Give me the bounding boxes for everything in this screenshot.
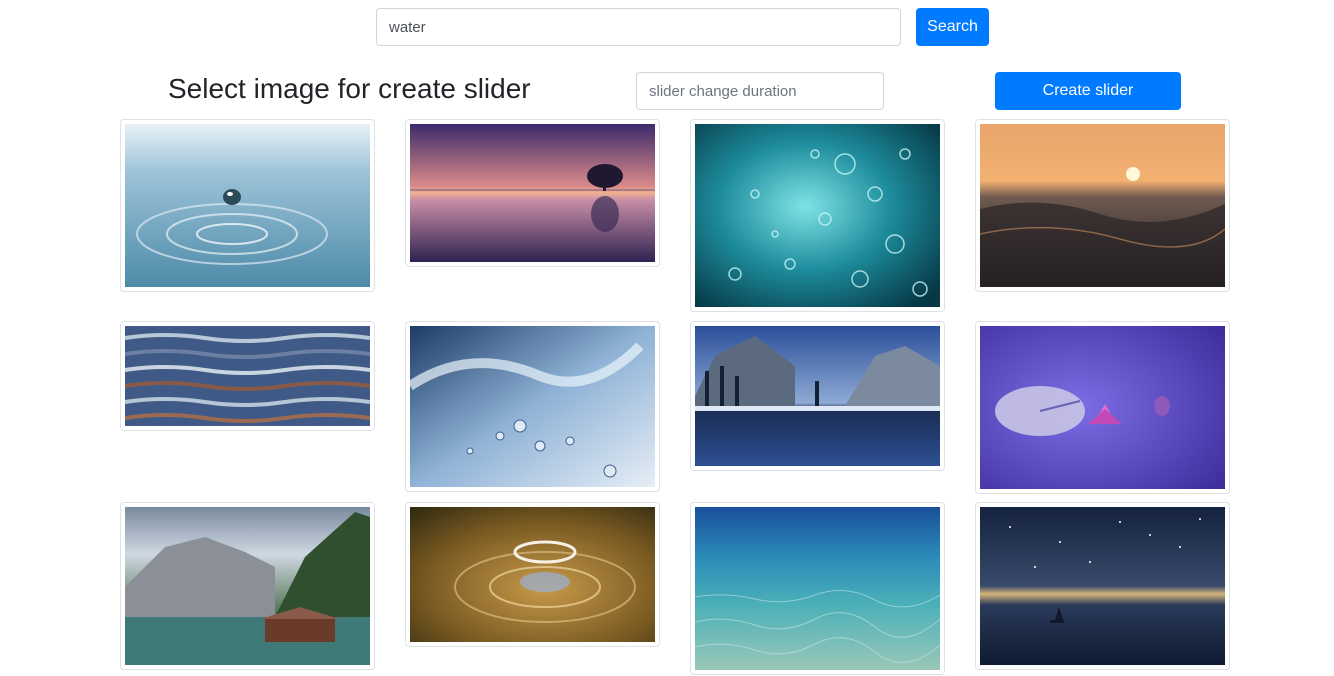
mountain-lake-image [695, 326, 940, 466]
image-thumbnail[interactable] [975, 321, 1230, 494]
ocean-sunset-image [980, 124, 1225, 287]
image-thumbnail[interactable] [690, 119, 945, 312]
search-input[interactable] [376, 8, 901, 46]
image-thumbnail[interactable] [690, 502, 945, 675]
page-title: Select image for create slider [168, 73, 531, 104]
image-thumbnail[interactable] [690, 321, 945, 471]
image-thumbnail[interactable] [975, 119, 1230, 292]
create-slider-button[interactable]: Create slider [995, 72, 1181, 110]
sunset-lake-image [410, 124, 655, 262]
water-splash-image [410, 326, 655, 487]
water-droplet-image [125, 124, 370, 287]
image-thumbnail[interactable] [405, 321, 660, 492]
golden-droplet-image [410, 507, 655, 642]
image-thumbnail[interactable] [120, 119, 375, 292]
rippled-water-image [125, 326, 370, 426]
mountain-boathouse-image [125, 507, 370, 665]
image-thumbnail[interactable] [405, 119, 660, 267]
lotus-flower-image [980, 326, 1225, 489]
underwater-bubbles-image [695, 124, 940, 307]
image-thumbnail[interactable] [405, 502, 660, 647]
starry-sea-image [980, 507, 1225, 665]
clear-sea-image [695, 507, 940, 670]
image-thumbnail[interactable] [120, 502, 375, 670]
image-thumbnail[interactable] [975, 502, 1230, 670]
search-button[interactable]: Search [916, 8, 989, 46]
image-thumbnail[interactable] [120, 321, 375, 431]
slider-duration-input[interactable] [636, 72, 884, 110]
